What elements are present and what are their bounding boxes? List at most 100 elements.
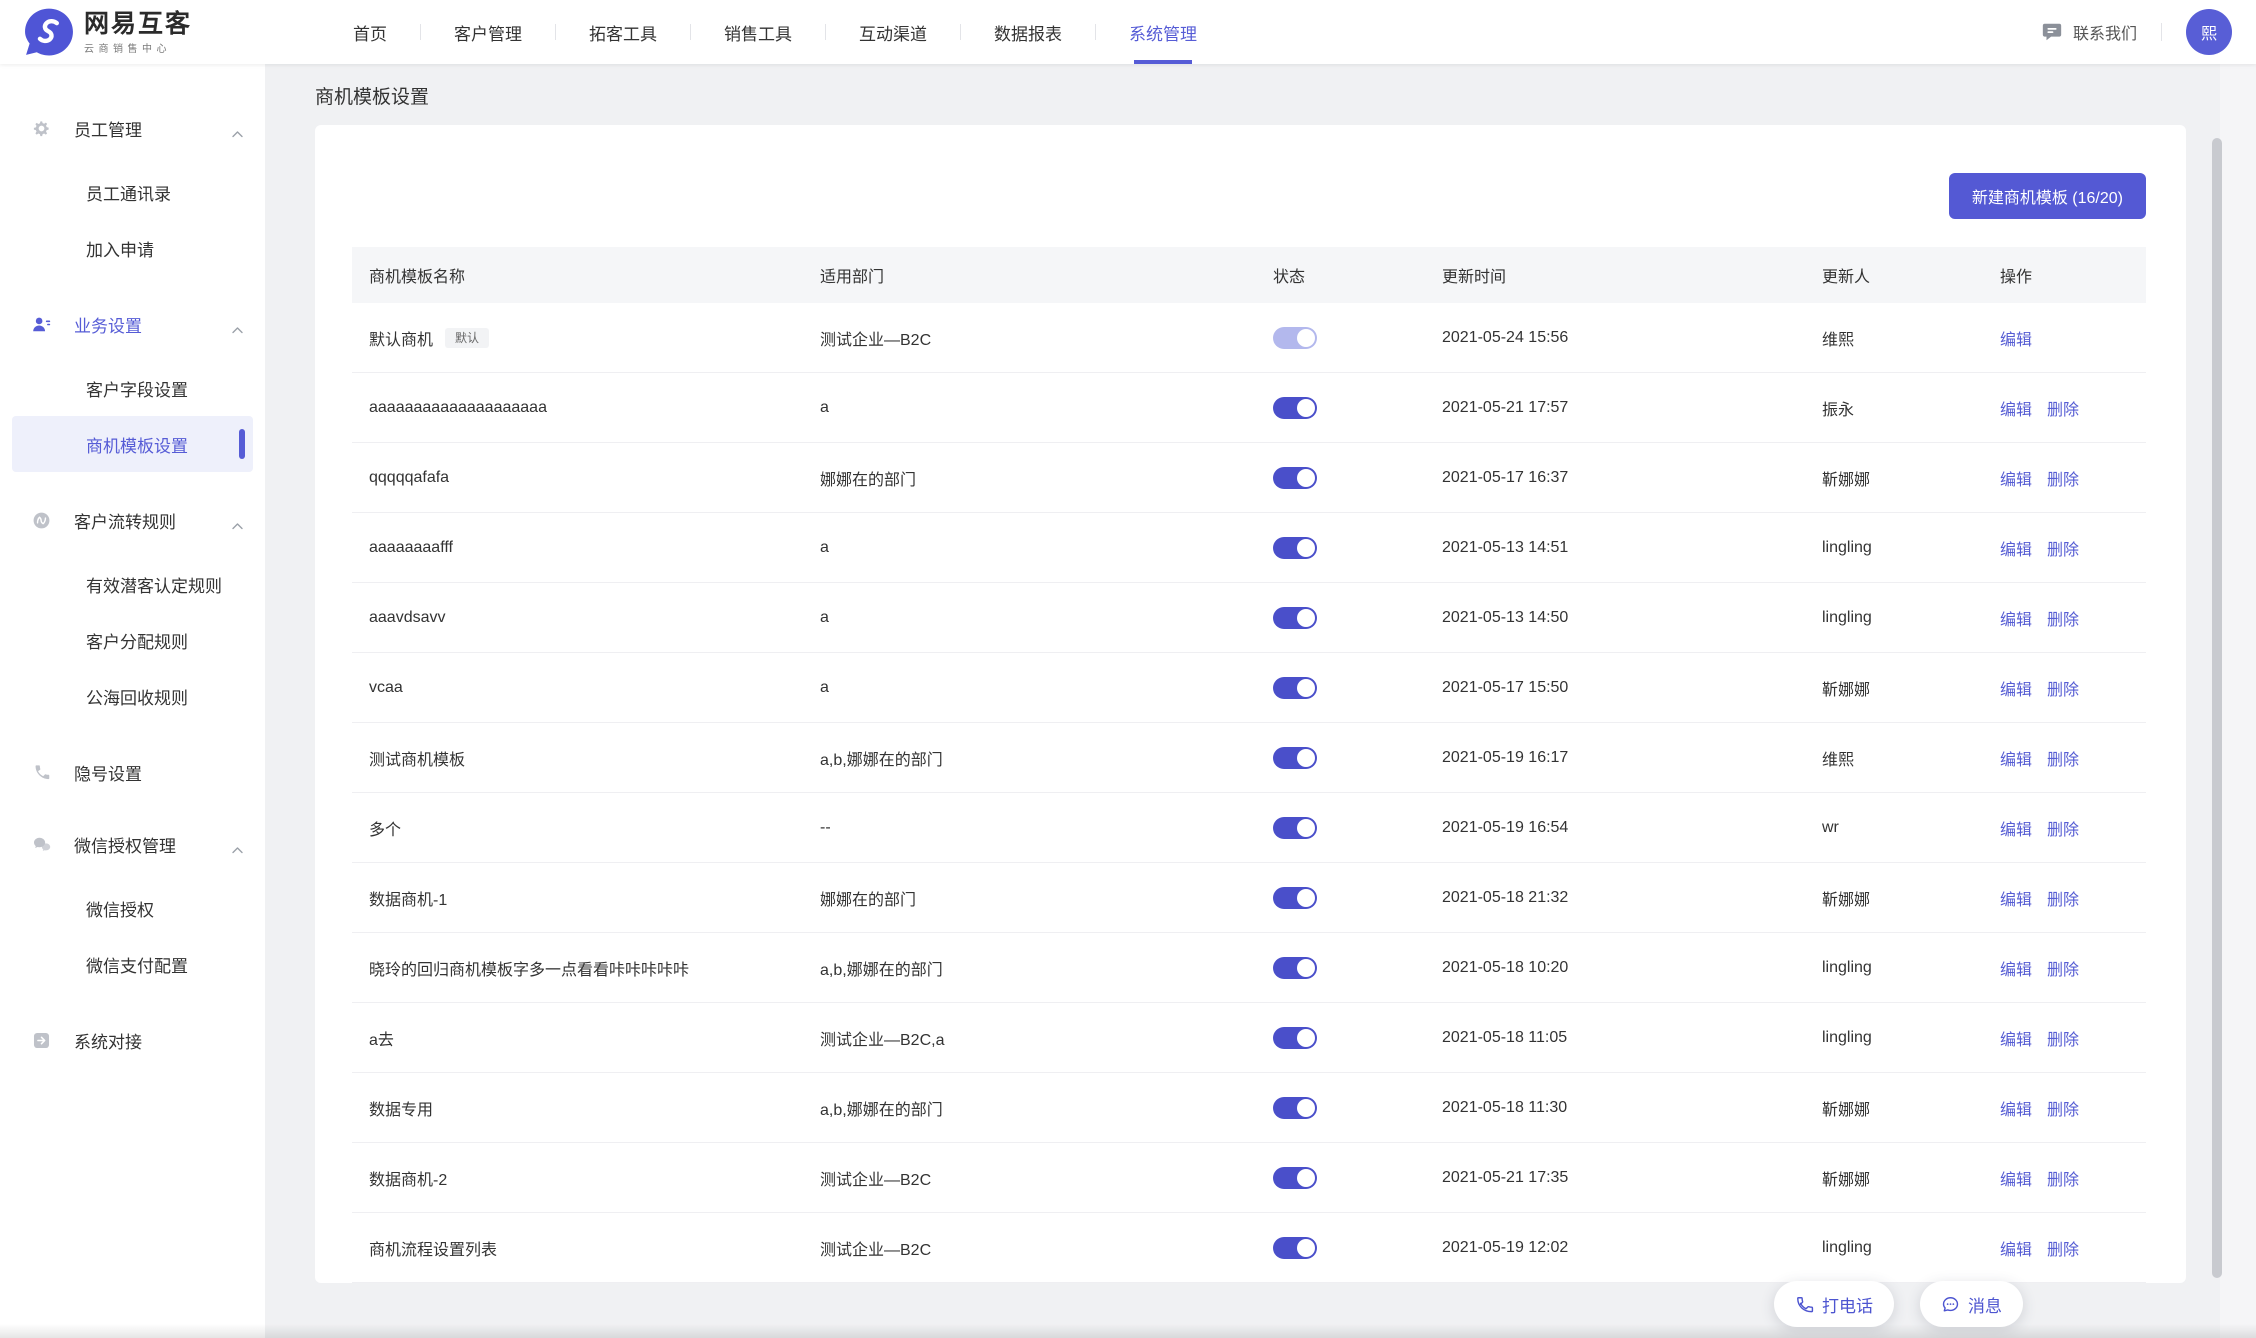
sidebar-item-客户分配规则[interactable]: 客户分配规则 xyxy=(12,612,253,668)
sidebar-section-6[interactable]: 系统对接 xyxy=(0,1016,265,1064)
edit-link[interactable]: 编辑 xyxy=(2000,326,2032,350)
user-avatar[interactable]: 熙 xyxy=(2186,9,2232,55)
toggle-knob xyxy=(1297,399,1315,417)
delete-link[interactable]: 删除 xyxy=(2047,816,2079,840)
sidebar-section-label: 客户流转规则 xyxy=(74,508,176,533)
sidebar-item-有效潜客认定规则[interactable]: 有效潜客认定规则 xyxy=(12,556,253,612)
sidebar-item-商机模板设置[interactable]: 商机模板设置 xyxy=(12,416,253,472)
status-toggle[interactable] xyxy=(1273,1237,1317,1259)
toggle-knob xyxy=(1297,1169,1315,1187)
edit-link[interactable]: 编辑 xyxy=(2000,956,2032,980)
sidebar-item-微信授权[interactable]: 微信授权 xyxy=(12,880,253,936)
main-frame: 员工管理员工通讯录加入申请业务设置客户字段设置商机模板设置客户流转规则有效潜客认… xyxy=(0,64,2256,1338)
sidebar-item-微信支付配置[interactable]: 微信支付配置 xyxy=(12,936,253,992)
message-button[interactable]: 消息 xyxy=(1920,1281,2023,1327)
edit-link[interactable]: 编辑 xyxy=(2000,1026,2032,1050)
sidebar-section-label: 隐号设置 xyxy=(74,760,142,785)
column-header-状态: 状态 xyxy=(1256,263,1425,287)
nav-tab-2[interactable]: 客户管理 xyxy=(421,0,555,64)
status-toggle[interactable] xyxy=(1273,1167,1317,1189)
edit-link[interactable]: 编辑 xyxy=(2000,536,2032,560)
status-toggle[interactable] xyxy=(1273,677,1317,699)
nav-tab-4[interactable]: 销售工具 xyxy=(691,0,825,64)
status-toggle[interactable] xyxy=(1273,607,1317,629)
sidebar-subitems: 员工通讯录加入申请 xyxy=(0,164,265,276)
status-toggle[interactable] xyxy=(1273,467,1317,489)
status-toggle[interactable] xyxy=(1273,887,1317,909)
nav-tab-6[interactable]: 数据报表 xyxy=(961,0,1095,64)
status-toggle[interactable] xyxy=(1273,397,1317,419)
status-toggle[interactable] xyxy=(1273,1097,1317,1119)
delete-link[interactable]: 删除 xyxy=(2047,1166,2079,1190)
brand-subtitle: 云商销售中心 xyxy=(84,40,192,55)
status-toggle[interactable] xyxy=(1273,817,1317,839)
sidebar-item-客户字段设置[interactable]: 客户字段设置 xyxy=(12,360,253,416)
nav-tab-1[interactable]: 首页 xyxy=(320,0,420,64)
user-settings-icon xyxy=(32,315,51,334)
gear-icon xyxy=(32,119,51,138)
updated-by: 靳娜娜 xyxy=(1805,886,1983,910)
page-title: 商机模板设置 xyxy=(315,64,2256,109)
sidebar-item-员工通讯录[interactable]: 员工通讯录 xyxy=(12,164,253,220)
status-toggle[interactable] xyxy=(1273,327,1317,349)
update-time: 2021-05-13 14:51 xyxy=(1425,539,1805,557)
sidebar-section-3[interactable]: 客户流转规则 xyxy=(0,496,265,544)
sidebar-item-公海回收规则[interactable]: 公海回收规则 xyxy=(12,668,253,724)
table-body: 默认商机默认测试企业—B2C2021-05-24 15:56维熙编辑aaaaaa… xyxy=(352,303,2146,1283)
nav-tab-3[interactable]: 拓客工具 xyxy=(556,0,690,64)
edit-link[interactable]: 编辑 xyxy=(2000,466,2032,490)
status-toggle[interactable] xyxy=(1273,957,1317,979)
content-area: 商机模板设置 新建商机模板 (16/20) 商机模板名称适用部门状态更新时间更新… xyxy=(265,64,2256,1338)
sidebar-section-2[interactable]: 业务设置 xyxy=(0,300,265,348)
edit-link[interactable]: 编辑 xyxy=(2000,1236,2032,1260)
edit-link[interactable]: 编辑 xyxy=(2000,886,2032,910)
applicable-department: a,b,娜娜在的部门 xyxy=(803,1096,1256,1120)
update-time: 2021-05-19 16:17 xyxy=(1425,749,1805,767)
applicable-department: a xyxy=(803,679,1256,697)
delete-link[interactable]: 删除 xyxy=(2047,1026,2079,1050)
call-button[interactable]: 打电话 xyxy=(1774,1281,1894,1327)
delete-link[interactable]: 删除 xyxy=(2047,676,2079,700)
sidebar-item-加入申请[interactable]: 加入申请 xyxy=(12,220,253,276)
column-header-更新时间: 更新时间 xyxy=(1425,263,1805,287)
template-table: 商机模板名称适用部门状态更新时间更新人操作 默认商机默认测试企业—B2C2021… xyxy=(352,247,2146,1283)
sidebar-section-5[interactable]: 微信授权管理 xyxy=(0,820,265,868)
nav-tab-5[interactable]: 互动渠道 xyxy=(826,0,960,64)
status-toggle[interactable] xyxy=(1273,537,1317,559)
delete-link[interactable]: 删除 xyxy=(2047,536,2079,560)
contact-us-button[interactable]: 联系我们 xyxy=(2041,20,2137,44)
delete-link[interactable]: 删除 xyxy=(2047,466,2079,490)
create-template-button[interactable]: 新建商机模板 (16/20) xyxy=(1949,173,2146,219)
applicable-department: a xyxy=(803,539,1256,557)
status-toggle[interactable] xyxy=(1273,1027,1317,1049)
updated-by: 维熙 xyxy=(1805,326,1983,350)
delete-link[interactable]: 删除 xyxy=(2047,1096,2079,1120)
edit-link[interactable]: 编辑 xyxy=(2000,1166,2032,1190)
edit-link[interactable]: 编辑 xyxy=(2000,606,2032,630)
delete-link[interactable]: 删除 xyxy=(2047,956,2079,980)
edit-link[interactable]: 编辑 xyxy=(2000,1096,2032,1120)
edit-link[interactable]: 编辑 xyxy=(2000,746,2032,770)
scrollbar-thumb[interactable] xyxy=(2212,138,2222,1278)
status-toggle[interactable] xyxy=(1273,747,1317,769)
table-row-11: a去测试企业—B2C,a2021-05-18 11:05lingling编辑删除 xyxy=(352,1003,2146,1073)
table-row-7: 测试商机模板a,b,娜娜在的部门2021-05-19 16:17维熙编辑删除 xyxy=(352,723,2146,793)
edit-link[interactable]: 编辑 xyxy=(2000,676,2032,700)
delete-link[interactable]: 删除 xyxy=(2047,1236,2079,1260)
message-icon xyxy=(1941,1295,1960,1314)
edit-link[interactable]: 编辑 xyxy=(2000,396,2032,420)
delete-link[interactable]: 删除 xyxy=(2047,606,2079,630)
delete-link[interactable]: 删除 xyxy=(2047,886,2079,910)
table-row-12: 数据专用a,b,娜娜在的部门2021-05-18 11:30靳娜娜编辑删除 xyxy=(352,1073,2146,1143)
column-header-更新人: 更新人 xyxy=(1805,263,1983,287)
sidebar-section-4[interactable]: 隐号设置 xyxy=(0,748,265,796)
table-row-13: 数据商机-2测试企业—B2C2021-05-21 17:35靳娜娜编辑删除 xyxy=(352,1143,2146,1213)
sidebar-section-label: 员工管理 xyxy=(74,116,142,141)
delete-link[interactable]: 删除 xyxy=(2047,396,2079,420)
applicable-department: a xyxy=(803,399,1256,417)
sidebar-section-1[interactable]: 员工管理 xyxy=(0,104,265,152)
nav-tab-7[interactable]: 系统管理 xyxy=(1096,0,1230,64)
edit-link[interactable]: 编辑 xyxy=(2000,816,2032,840)
chat-icon xyxy=(2041,21,2063,43)
delete-link[interactable]: 删除 xyxy=(2047,746,2079,770)
